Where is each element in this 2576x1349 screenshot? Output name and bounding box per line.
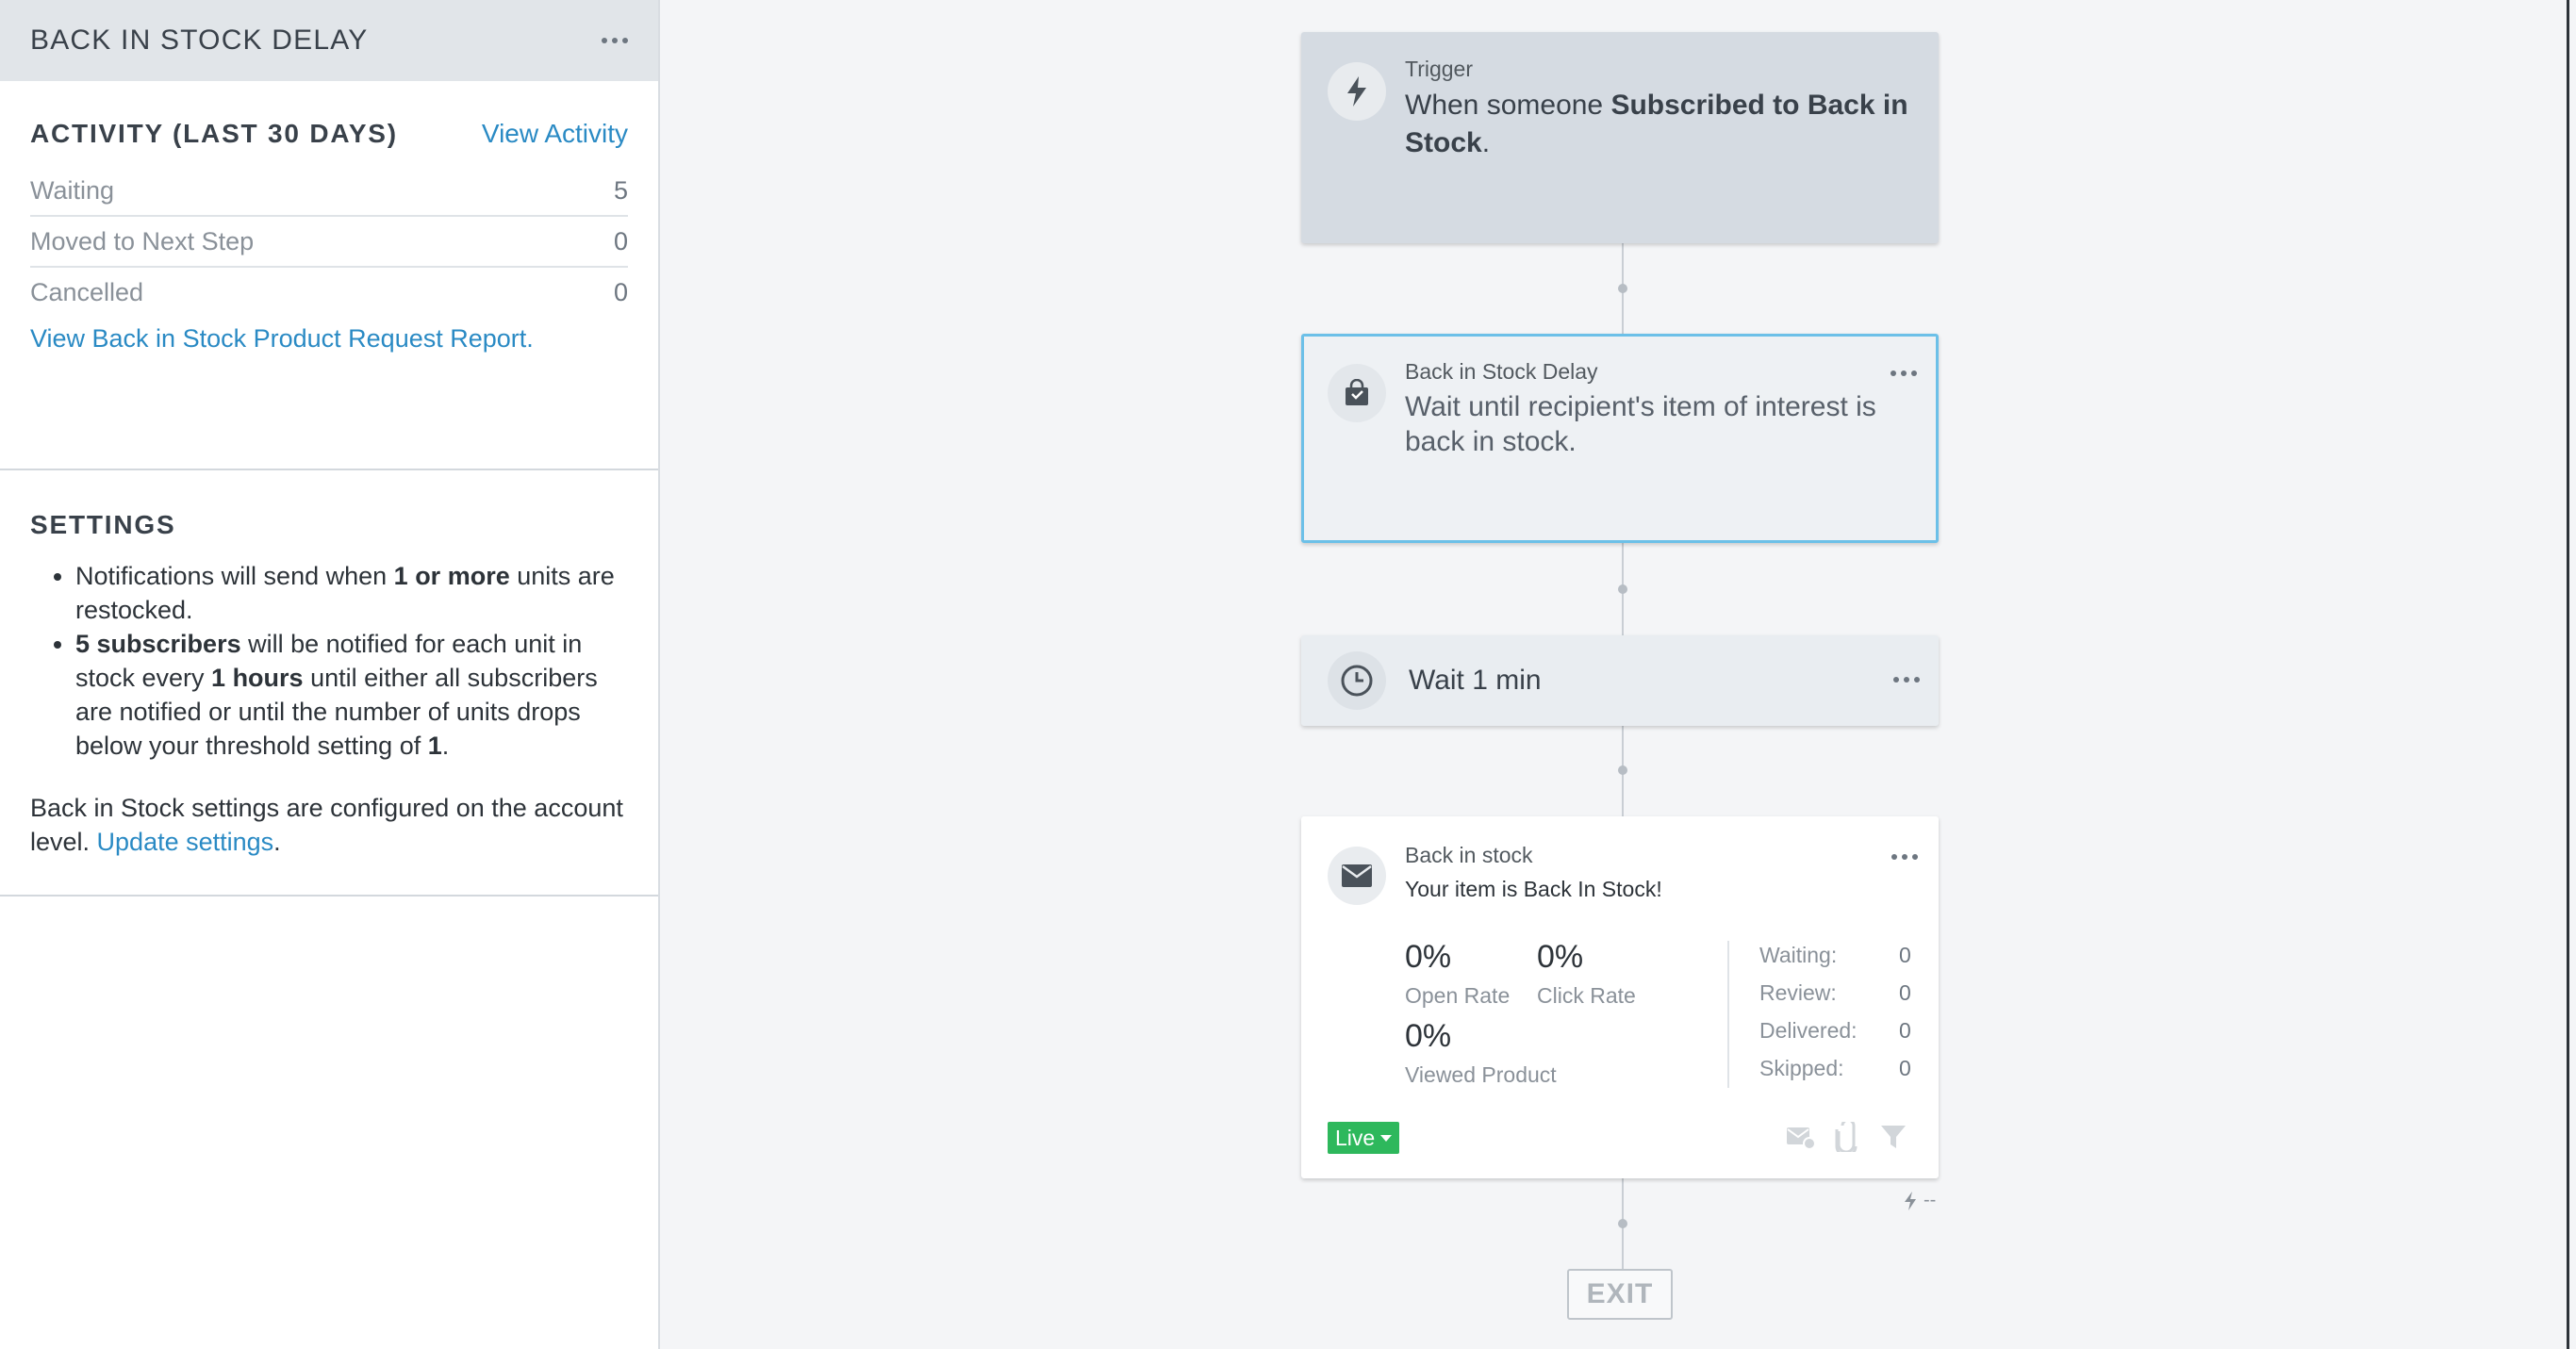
skipped-label: Skipped: [1759, 1056, 1844, 1080]
exit-node[interactable]: EXIT [1567, 1269, 1673, 1320]
connector-dot[interactable] [1618, 765, 1627, 775]
activity-row-waiting: Waiting 5 [30, 166, 628, 217]
settings-item-threshold: Notifications will send when 1 or more u… [75, 559, 628, 627]
waiting-label: Waiting: [1759, 943, 1838, 967]
review-value: 0 [1899, 980, 1911, 1005]
viewed-product-label: Viewed Product [1405, 1062, 1557, 1087]
sidebar-header: BACK IN STOCK DELAY [0, 0, 658, 81]
clock-icon [1328, 651, 1386, 710]
delivered-label: Delivered: [1759, 1018, 1858, 1043]
open-rate-label: Open Rate [1405, 983, 1511, 1008]
delay-text: Wait until recipient's item of interest … [1405, 391, 1876, 457]
wait-node[interactable]: Wait 1 min [1301, 635, 1939, 726]
trigger-text: When someone Subscribed to Back in Stock… [1405, 90, 1908, 158]
skipped-value: 0 [1899, 1056, 1911, 1080]
connector-dot[interactable] [1618, 284, 1627, 293]
wait-more-menu-icon[interactable] [1893, 677, 1920, 683]
email-label: Back in stock [1405, 843, 1533, 867]
back-in-stock-delay-node[interactable]: Back in Stock Delay Wait until recipient… [1301, 334, 1939, 543]
connector-dot[interactable] [1618, 1219, 1627, 1228]
caret-down-icon [1380, 1134, 1393, 1142]
sidebar-title: BACK IN STOCK DELAY [30, 25, 369, 56]
click-rate-label: Click Rate [1537, 983, 1636, 1008]
lightning-icon [1328, 62, 1386, 121]
trigger-node[interactable]: Trigger When someone Subscribed to Back … [1301, 32, 1939, 243]
envelope-icon [1328, 847, 1386, 905]
email-more-menu-icon[interactable] [1891, 854, 1918, 860]
settings-section: SETTINGS Notifications will send when 1 … [0, 470, 658, 897]
stats-divider [1727, 941, 1729, 1088]
activity-row-value: 5 [613, 175, 628, 205]
viewed-product-value: 0% [1405, 1018, 1452, 1054]
delay-label: Back in Stock Delay [1405, 359, 1598, 384]
status-dropdown[interactable]: Live [1328, 1122, 1400, 1154]
delivered-value: 0 [1899, 1018, 1911, 1043]
activity-row-moved: Moved to Next Step 0 [30, 217, 628, 268]
settings-list: Notifications will send when 1 or more u… [30, 559, 628, 763]
activity-row-value: 0 [613, 226, 628, 255]
lightning-icon [1905, 1191, 1916, 1210]
sidebar-more-menu-icon[interactable] [602, 38, 628, 43]
email-subject: Your item is Back In Stock! [1405, 877, 1662, 901]
activity-row-label: Waiting [30, 175, 115, 205]
activity-row-label: Moved to Next Step [30, 226, 255, 255]
product-request-report-link[interactable]: View Back in Stock Product Request Repor… [30, 324, 628, 354]
view-activity-link[interactable]: View Activity [482, 119, 628, 149]
settings-item-subscribers: 5 subscribers will be notified for each … [75, 627, 628, 763]
click-rate-value: 0% [1537, 939, 1584, 975]
email-node[interactable]: Back in stock Your item is Back In Stock… [1301, 816, 1939, 1178]
trigger-label: Trigger [1405, 57, 1473, 81]
activity-row-label: Cancelled [30, 277, 144, 306]
trigger-meta-text: -- [1924, 1190, 1937, 1210]
smart-sending-icon[interactable] [1786, 1124, 1816, 1155]
settings-note: Back in Stock settings are configured on… [30, 794, 623, 856]
shopping-bag-icon [1328, 364, 1386, 422]
status-label: Live [1335, 1125, 1376, 1150]
activity-row-value: 0 [613, 277, 628, 306]
review-label: Review: [1759, 980, 1837, 1005]
scrollbar[interactable] [2567, 0, 2569, 1349]
trigger-split-meta: -- [1903, 1190, 1936, 1211]
connector-dot[interactable] [1618, 584, 1627, 594]
activity-section: ACTIVITY (LAST 30 DAYS) View Activity Wa… [0, 81, 658, 470]
utm-tracking-icon[interactable] [1833, 1118, 1861, 1158]
delay-more-menu-icon[interactable] [1891, 370, 1917, 376]
activity-row-cancelled: Cancelled 0 [30, 268, 628, 317]
settings-title: SETTINGS [30, 510, 176, 539]
sidebar-panel: BACK IN STOCK DELAY ACTIVITY (LAST 30 DA… [0, 0, 660, 1349]
waiting-value: 0 [1899, 943, 1911, 967]
wait-text: Wait 1 min [1409, 665, 1542, 696]
update-settings-link[interactable]: Update settings [97, 828, 274, 856]
filter-icon[interactable] [1880, 1124, 1907, 1155]
open-rate-value: 0% [1405, 939, 1452, 975]
activity-title: ACTIVITY (LAST 30 DAYS) [30, 119, 398, 148]
